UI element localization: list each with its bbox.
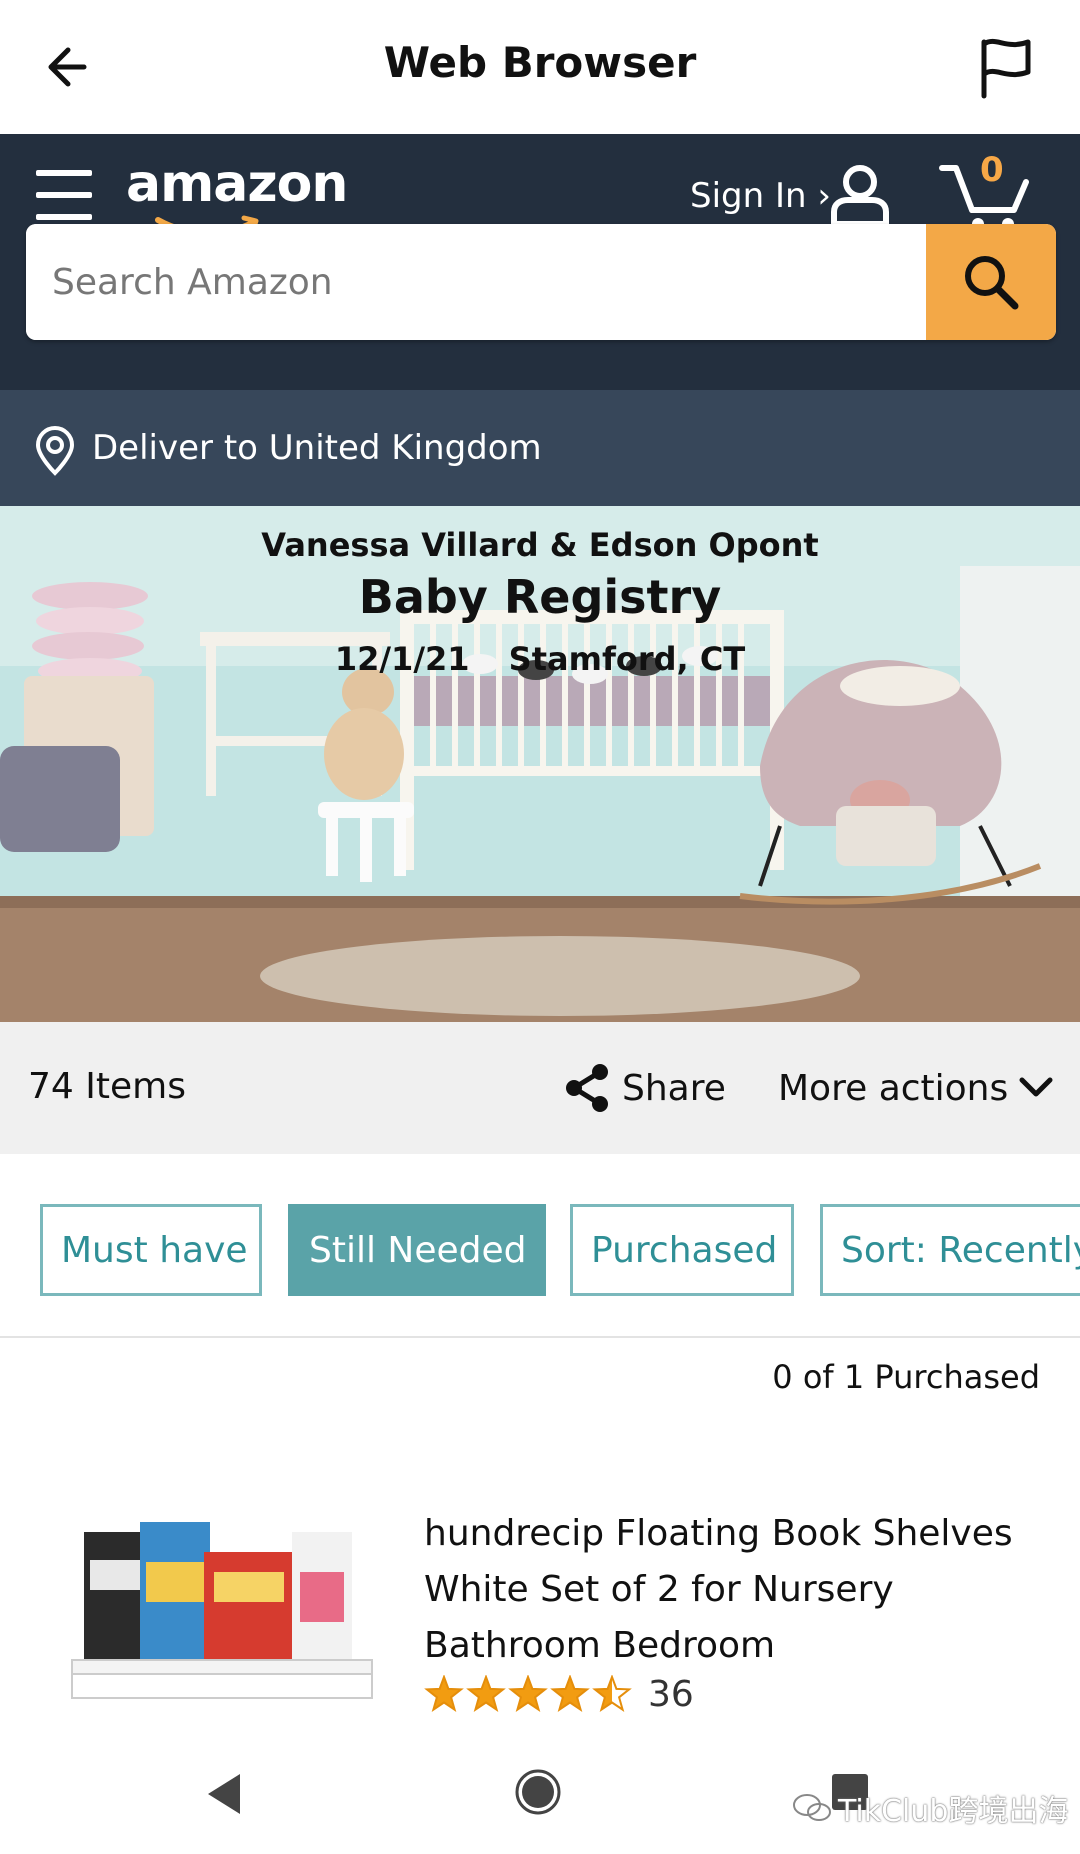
- deliver-location-bar[interactable]: Deliver to United Kingdom: [0, 390, 1080, 506]
- star-icon: [466, 1674, 506, 1712]
- registry-actions-bar: 74 Items Share More actions: [0, 1022, 1080, 1154]
- purchased-count: 0 of 1 Purchased: [772, 1358, 1040, 1396]
- deliver-text: Deliver to United Kingdom: [92, 428, 542, 468]
- product-title[interactable]: hundrecip Floating Book Shelves White Se…: [424, 1506, 1044, 1674]
- star-icon: [592, 1674, 632, 1712]
- search-bar: [26, 224, 1056, 340]
- filter-chips: Must have Still Needed Purchased Sort: R…: [0, 1154, 1080, 1338]
- wechat-icon: [793, 1794, 831, 1821]
- nav-back-icon[interactable]: [204, 1772, 244, 1816]
- browser-top-bar: Web Browser: [0, 0, 1080, 134]
- registry-title: Baby Registry: [358, 570, 722, 624]
- registry-date-location: 12/1/21 Stamford, CT: [0, 640, 1080, 678]
- menu-icon[interactable]: [36, 170, 92, 220]
- star-rating-icon: [424, 1674, 632, 1712]
- star-icon: [508, 1674, 548, 1712]
- logo-text: amazon: [126, 154, 348, 214]
- sort-dropdown[interactable]: Sort: Recently: [820, 1204, 1080, 1296]
- more-actions-label: More actions: [778, 1067, 1009, 1109]
- star-icon: [424, 1674, 464, 1712]
- watermark-text: TikClub跨境出海: [838, 1794, 1069, 1829]
- search-icon: [965, 256, 1019, 310]
- registry-banner: Vanessa Villard & Edson Opont Baby Regis…: [0, 506, 1080, 1022]
- nav-home-icon[interactable]: [514, 1768, 562, 1816]
- filter-still-needed[interactable]: Still Needed: [288, 1204, 546, 1296]
- sign-in-link[interactable]: Sign In ›: [690, 176, 831, 216]
- share-icon: [566, 1064, 608, 1112]
- registry-names: Vanessa Villard & Edson Opont: [261, 526, 819, 564]
- system-nav-bar: TikClub跨境出海: [0, 1730, 1080, 1854]
- cart-count-badge: 0: [980, 150, 1004, 190]
- watermark: TikClub跨境出海: [792, 1786, 1068, 1830]
- filter-must-have[interactable]: Must have: [40, 1204, 262, 1296]
- search-input[interactable]: [26, 224, 926, 340]
- items-count: 74 Items: [28, 1066, 186, 1107]
- flag-icon[interactable]: [976, 34, 1036, 100]
- product-image[interactable]: [54, 1512, 394, 1730]
- amazon-logo[interactable]: amazon: [126, 154, 348, 236]
- registry-location: Stamford, CT: [508, 640, 746, 678]
- search-button[interactable]: [926, 224, 1056, 340]
- location-pin-icon: [35, 426, 75, 476]
- more-actions-dropdown[interactable]: More actions: [778, 1060, 1054, 1116]
- product-rating[interactable]: 36: [424, 1674, 694, 1715]
- chevron-down-icon: [1019, 1077, 1053, 1097]
- share-button[interactable]: Share: [562, 1060, 726, 1116]
- amazon-header: amazon Sign In › 0: [0, 134, 1080, 390]
- star-icon: [550, 1674, 590, 1712]
- review-count: 36: [648, 1674, 694, 1715]
- cart-button[interactable]: 0: [938, 150, 1038, 234]
- share-label: Share: [622, 1067, 726, 1109]
- browser-title: Web Browser: [383, 38, 697, 87]
- registry-date: 12/1/21: [334, 640, 470, 678]
- user-icon[interactable]: [826, 162, 894, 230]
- filter-purchased[interactable]: Purchased: [570, 1204, 794, 1296]
